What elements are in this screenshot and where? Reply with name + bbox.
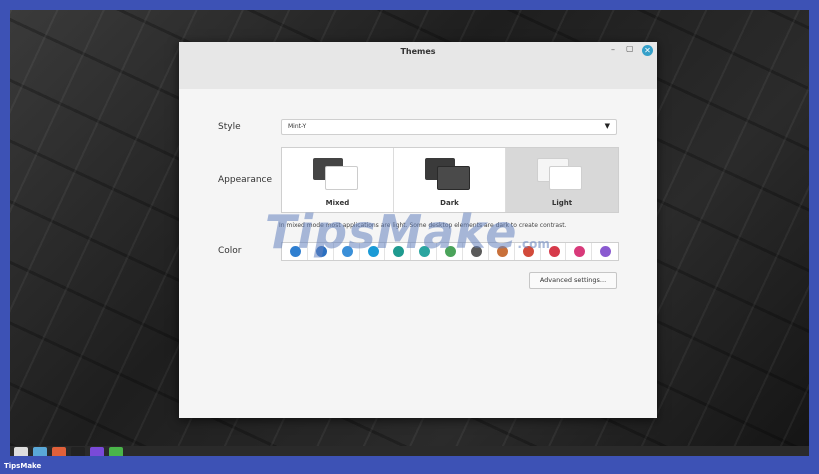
dark-preview-icon [425, 158, 471, 190]
taskbar-menu-icon[interactable] [14, 447, 28, 456]
advanced-settings-button[interactable]: Advanced settings... [529, 272, 617, 289]
taskbar-files-icon[interactable] [33, 447, 47, 456]
color-label: Color [218, 246, 242, 256]
footer-bar: TipsMake [0, 456, 819, 474]
minimize-icon[interactable]: – [611, 45, 615, 54]
title-bar[interactable]: Themes – ▢ ✕ [179, 42, 657, 89]
appearance-selector: Mixed Dark Light [281, 147, 619, 213]
taskbar-app-green-icon[interactable] [109, 447, 123, 456]
maximize-icon[interactable]: ▢ [626, 44, 634, 53]
taskbar-terminal-icon[interactable] [71, 447, 85, 456]
taskbar [10, 446, 809, 456]
appearance-option-mixed[interactable]: Mixed [282, 148, 394, 212]
chevron-down-icon: ▼ [604, 122, 610, 130]
close-icon[interactable]: ✕ [642, 45, 653, 56]
appearance-option-light[interactable]: Light [506, 148, 618, 212]
appearance-label: Appearance [218, 175, 273, 185]
style-label: Style [218, 122, 241, 132]
color-swatch[interactable] [592, 243, 618, 260]
light-preview-icon [537, 158, 583, 190]
watermark: TipsMake.com [265, 205, 550, 259]
window-title: Themes [400, 47, 436, 56]
style-dropdown[interactable]: Mint-Y ▼ [281, 119, 617, 135]
appearance-option-dark[interactable]: Dark [394, 148, 506, 212]
mixed-preview-icon [313, 158, 359, 190]
color-swatch-dot [574, 246, 586, 257]
footer-brand: TipsMake [4, 462, 42, 470]
color-swatch-dot [600, 246, 612, 257]
taskbar-app-purple-icon[interactable] [90, 447, 104, 456]
color-swatch[interactable] [566, 243, 593, 260]
style-selected-value: Mint-Y [288, 123, 307, 130]
taskbar-app-orange-icon[interactable] [52, 447, 66, 456]
color-swatch-dot [548, 246, 560, 257]
